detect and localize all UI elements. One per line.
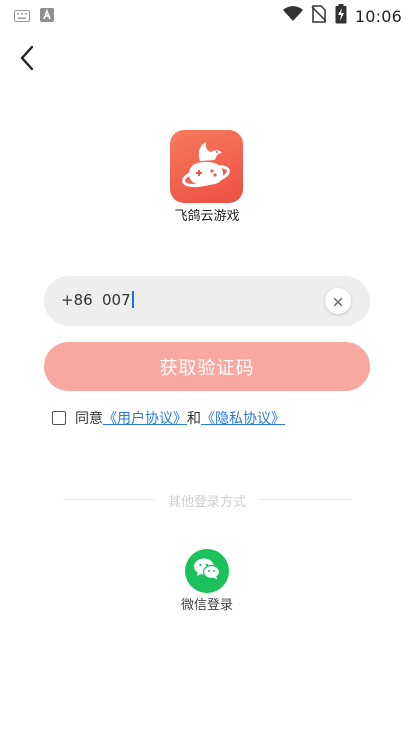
chevron-left-icon: [19, 45, 35, 75]
wechat-login-button[interactable]: [185, 549, 229, 593]
get-code-button[interactable]: 获取验证码: [44, 342, 370, 391]
phone-input-box[interactable]: +86 007: [44, 276, 370, 326]
status-left: [14, 7, 54, 26]
app-logo: [170, 130, 243, 203]
agree-checkbox[interactable]: [52, 411, 66, 425]
privacy-agreement-link[interactable]: 《隐私协议》: [201, 408, 285, 428]
pigeon-planet-gamepad-logo: [170, 142, 243, 203]
battery-charging-icon: [335, 4, 347, 28]
user-agreement-link[interactable]: 《用户协议》: [103, 408, 187, 428]
text-cursor: [131, 291, 134, 308]
other-login-label: 其他登录方式: [167, 495, 246, 510]
wifi-icon: [282, 6, 303, 26]
wechat-icon: [193, 557, 221, 585]
agree-and: 和: [187, 411, 201, 427]
keyboard-icon: [14, 7, 30, 26]
status-time: 10:06: [354, 6, 402, 26]
clear-button[interactable]: [325, 288, 351, 314]
status-right: 10:06: [282, 4, 402, 28]
phone-input[interactable]: 007: [102, 291, 134, 309]
agreement-row: 同意 《用户协议》 和 《隐私协议》: [52, 408, 285, 428]
status-bar: 10:06: [0, 0, 414, 28]
agree-prefix: 同意: [75, 411, 103, 427]
close-icon: [333, 292, 343, 311]
country-code[interactable]: +86: [61, 291, 93, 309]
phone-value-text: 007: [102, 291, 131, 309]
divider-right: [258, 499, 352, 500]
wechat-login-label[interactable]: 微信登录: [0, 594, 414, 613]
app-name: 飞鸽云游戏: [174, 209, 240, 224]
a-badge-icon: [40, 7, 54, 26]
no-sim-icon: [311, 5, 327, 27]
back-button[interactable]: [12, 44, 42, 76]
